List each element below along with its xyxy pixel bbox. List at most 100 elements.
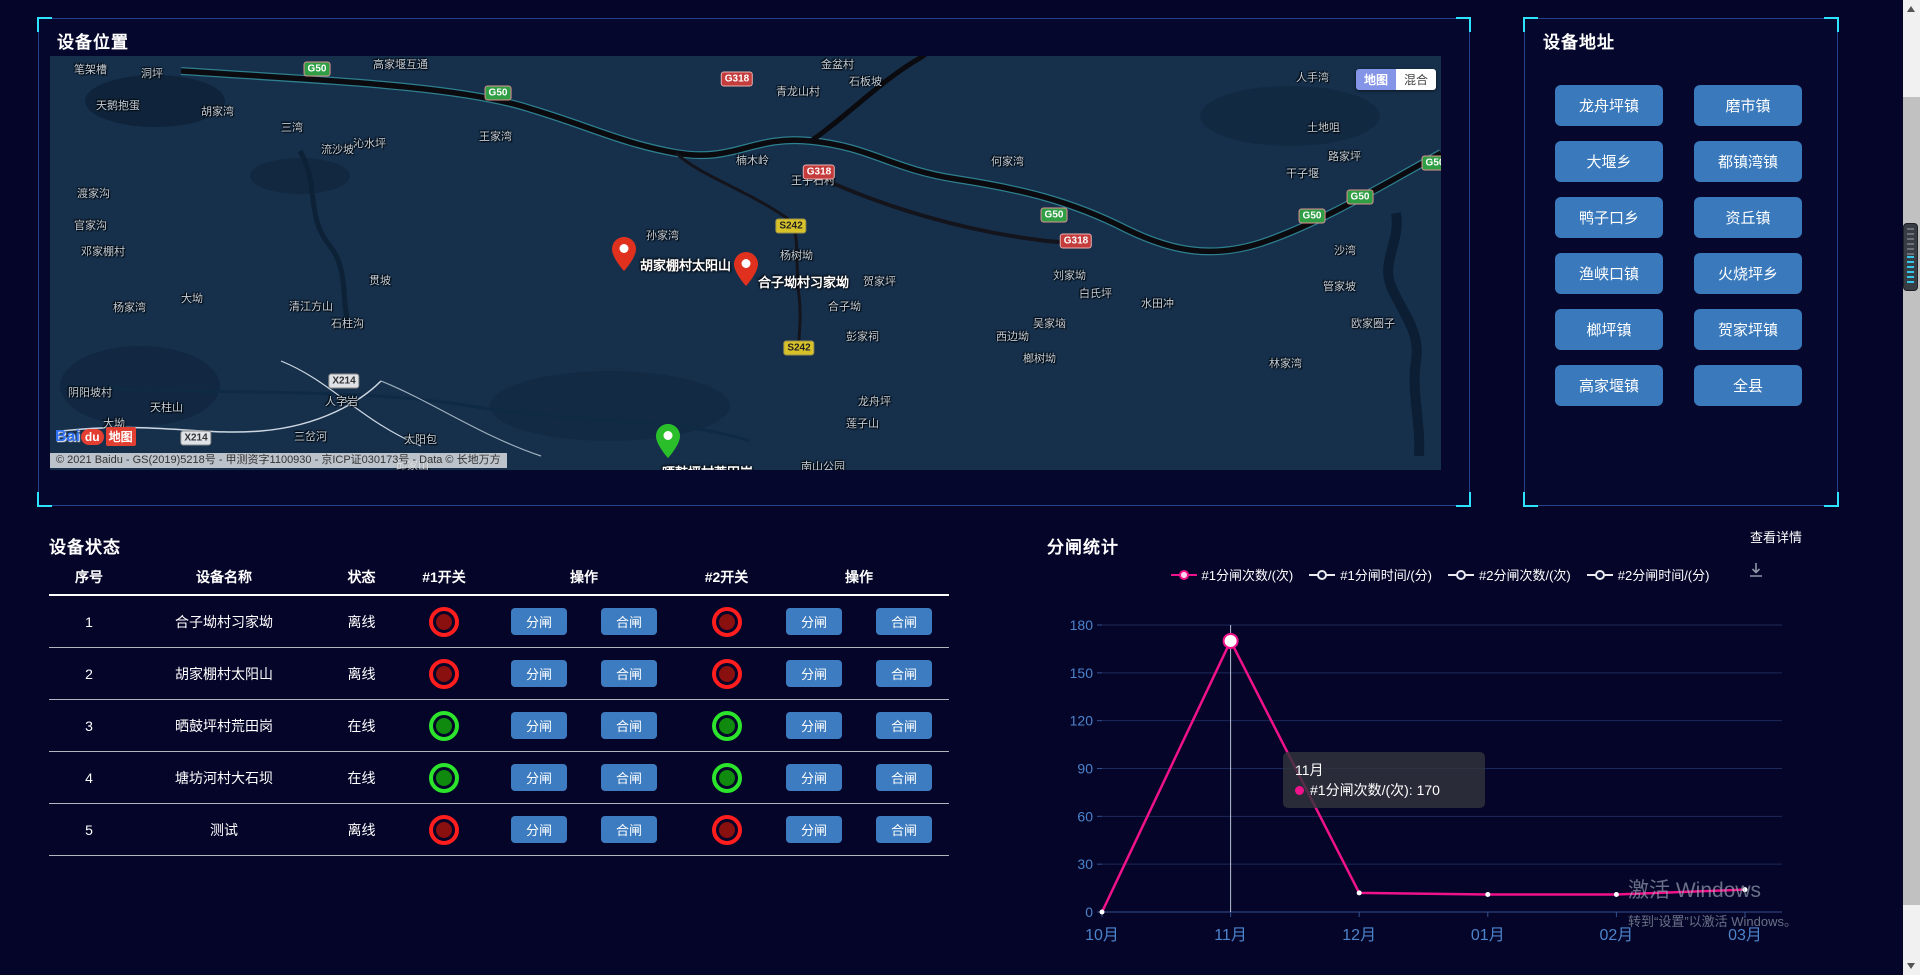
svg-text:11月: 11月 [1214,927,1247,944]
address-button[interactable]: 资丘镇 [1694,197,1802,238]
address-button[interactable]: 鸭子口乡 [1555,197,1663,238]
open-switch-button[interactable]: 分闸 [786,660,842,687]
table-header-cell: #2开关 [684,567,769,587]
switch2-actions: 分闸 合闸 [769,608,949,635]
open-switch-button[interactable]: 分闸 [511,660,567,687]
open-switch-button[interactable]: 分闸 [511,764,567,791]
map-place-label: 南山公园 [801,458,845,470]
open-switch-button[interactable]: 分闸 [786,816,842,843]
table-row: 4塘坊河村大石坝在线分闸合闸分闸合闸 [49,752,949,804]
map-marker-label: 晒鼓坪村荒田岗 [662,462,753,470]
corner-accent [37,492,52,507]
map-place-label: 刘家坳 [1053,267,1086,283]
close-switch-button[interactable]: 合闸 [876,608,932,635]
map-marker[interactable] [734,252,758,291]
legend-dot-icon [1456,570,1466,580]
map-place-label: 大坳 [181,290,203,306]
map-place-label: 水田冲 [1141,295,1174,311]
close-switch-button[interactable]: 合闸 [876,712,932,739]
map-place-label: 西边坳 [996,328,1029,344]
switch1-actions: 分闸 合闸 [484,764,684,791]
legend-item[interactable]: #1分闸次数/(次) [1171,565,1294,584]
view-details-link[interactable]: 查看详情 [1750,527,1802,546]
open-switch-button[interactable]: 分闸 [786,764,842,791]
legend-label: #2分闸时间/(分) [1618,565,1710,584]
map-place-label: 沁水坪 [353,135,386,151]
switch1-indicator [429,607,459,637]
corner-accent [1523,492,1538,507]
map-type-button-hybrid[interactable]: 混合 [1396,69,1436,90]
map-place-label: 杨树坳 [780,247,813,263]
address-button[interactable]: 磨市镇 [1694,85,1802,126]
map-place-label: 何家湾 [991,153,1024,169]
scrollbar[interactable] [1903,0,1920,975]
switch1-indicator [429,763,459,793]
corner-accent [1523,17,1538,32]
address-button[interactable]: 贺家坪镇 [1694,309,1802,350]
road-badge: G50 [1422,156,1441,171]
scrollbar-thumb[interactable] [1903,97,1920,905]
corner-accent [1456,492,1471,507]
close-switch-button[interactable]: 合闸 [601,816,657,843]
close-switch-button[interactable]: 合闸 [601,608,657,635]
map-place-label: 清江方山 [289,298,333,314]
scrollbar-down-arrow-icon[interactable] [1907,963,1915,969]
open-switch-button[interactable]: 分闸 [511,608,567,635]
address-button[interactable]: 都镇湾镇 [1694,141,1802,182]
row-index: 3 [49,718,129,734]
open-switch-button[interactable]: 分闸 [786,712,842,739]
switch2-indicator [712,815,742,845]
device-status-table: 序号设备名称状态#1开关操作#2开关操作 1合子坳村习家坳离线分闸合闸分闸合闸2… [49,560,949,856]
svg-text:10月: 10月 [1085,927,1119,944]
legend-item[interactable]: #2分闸次数/(次) [1448,565,1571,584]
legend-label: #2分闸次数/(次) [1479,565,1571,584]
address-button[interactable]: 龙舟坪镇 [1555,85,1663,126]
road-badge: G50 [1299,209,1326,224]
switch1-actions: 分闸 合闸 [484,712,684,739]
map-marker[interactable] [656,424,680,463]
corner-accent [37,17,52,32]
map-place-label: 笔架槽 [74,61,107,77]
table-row: 1合子坳村习家坳离线分闸合闸分闸合闸 [49,596,949,648]
address-button[interactable]: 榔坪镇 [1555,309,1663,350]
baidu-map-canvas[interactable]: 地图 混合 Bai du 地图 © 2021 Baidu - GS(2019)5… [50,56,1441,470]
legend-item[interactable]: #1分闸时间/(分) [1309,565,1432,584]
switch2-indicator [712,763,742,793]
map-marker[interactable] [612,237,636,276]
svg-text:01月: 01月 [1471,927,1505,944]
series-dot-icon [1295,786,1304,795]
legend-label: #1分闸次数/(次) [1202,565,1294,584]
scrollbar-up-arrow-icon[interactable] [1907,6,1915,12]
map-type-button-normal[interactable]: 地图 [1356,69,1396,90]
address-button[interactable]: 渔峡口镇 [1555,253,1663,294]
legend-item[interactable]: #2分闸时间/(分) [1587,565,1710,584]
address-button[interactable]: 火烧坪乡 [1694,253,1802,294]
row-index: 2 [49,666,129,682]
device-address-panel: 设备地址 龙舟坪镇磨市镇大堰乡都镇湾镇鸭子口乡资丘镇渔峡口镇火烧坪乡榔坪镇贺家坪… [1524,18,1838,506]
switch2-actions: 分闸 合闸 [769,712,949,739]
close-switch-button[interactable]: 合闸 [876,816,932,843]
address-button[interactable]: 全县 [1694,365,1802,406]
open-switch-button[interactable]: 分闸 [511,816,567,843]
close-switch-button[interactable]: 合闸 [601,764,657,791]
address-button[interactable]: 高家堰镇 [1555,365,1663,406]
map-place-label: 太阳包 [404,431,437,447]
legend-dot-icon [1179,570,1189,580]
device-name: 晒鼓坪村荒田岗 [129,716,319,736]
switch2-actions: 分闸 合闸 [769,764,949,791]
legend-line-icon [1309,570,1335,580]
switch2-indicator [712,607,742,637]
open-switch-button[interactable]: 分闸 [511,712,567,739]
map-place-label: 贺家坪 [863,273,896,289]
road-badge: G318 [803,165,835,180]
open-switch-button[interactable]: 分闸 [786,608,842,635]
address-button[interactable]: 大堰乡 [1555,141,1663,182]
tooltip-title: 11月 [1295,760,1473,780]
close-switch-button[interactable]: 合闸 [876,764,932,791]
device-name: 塘坊河村大石坝 [129,768,319,788]
switch1-indicator [429,659,459,689]
close-switch-button[interactable]: 合闸 [601,712,657,739]
map-place-label: 干子堰 [1286,165,1319,181]
close-switch-button[interactable]: 合闸 [601,660,657,687]
close-switch-button[interactable]: 合闸 [876,660,932,687]
